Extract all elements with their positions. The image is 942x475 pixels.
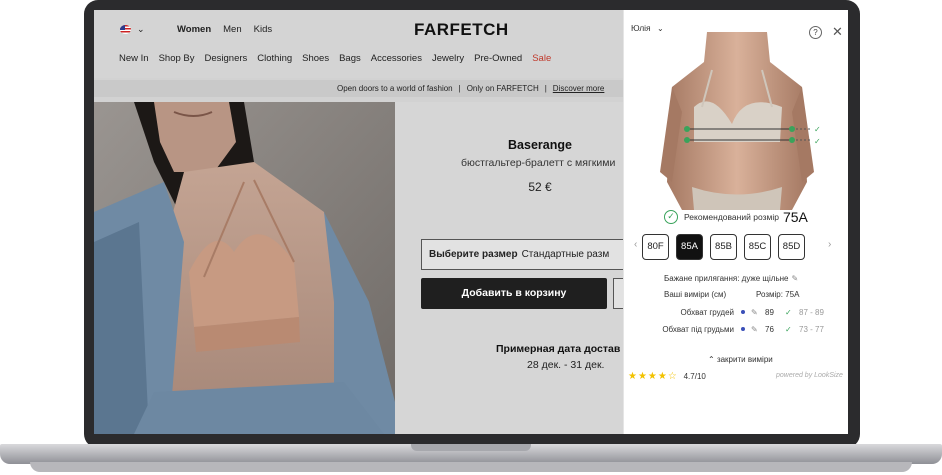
nav-bags[interactable]: Bags: [339, 53, 361, 64]
chevron-right-icon[interactable]: ›: [828, 239, 831, 250]
size-select-label: Выберите размер: [429, 249, 518, 260]
size-option-80f[interactable]: 80F: [642, 234, 669, 260]
recommended-size: 75A: [782, 209, 808, 225]
farfetch-logo[interactable]: FARFETCH: [414, 20, 509, 40]
fit-preference[interactable]: Бажане прилягання: дуже щільне ✎: [664, 274, 798, 283]
size-select[interactable]: Выберите размер Стандартные разм: [421, 239, 651, 270]
product-photo[interactable]: [94, 102, 395, 434]
promo-separator-2: |: [544, 84, 547, 93]
recommended-size-row: ✓ Рекомендований розмір 75A: [664, 209, 808, 225]
delivery-dates: 28 дек. - 31 дек.: [527, 359, 605, 371]
promo-text-2: Only on FARFETCH: [466, 84, 539, 93]
your-measurements-label: Ваші виміри (см): [664, 290, 727, 299]
nav-accessories[interactable]: Accessories: [371, 53, 422, 64]
nav-jewelry[interactable]: Jewelry: [432, 53, 464, 64]
measurement-label: Обхват під грудьми: [662, 325, 734, 334]
measurement-value: 89: [765, 308, 774, 317]
product-info: Baserange бюстгальтер-бралетт с мягкими …: [395, 102, 651, 434]
collapse-label: закрити виміри: [716, 355, 773, 364]
powered-by-label[interactable]: powered by LookSize: [776, 372, 843, 379]
star-rating-icon: ★★★★☆: [628, 371, 678, 382]
nav-shop-by[interactable]: Shop By: [159, 53, 195, 64]
status-dot: [741, 327, 745, 331]
measurement-value: 76: [765, 325, 774, 334]
size-select-value: Стандартные разм: [521, 249, 610, 260]
delivery-label: Примерная дата достав: [496, 343, 621, 355]
nav-men[interactable]: Men: [223, 24, 241, 35]
size-options: 80F 85A 85B 85C 85D: [642, 234, 805, 260]
nav-sale[interactable]: Sale: [532, 53, 551, 64]
chevron-left-icon[interactable]: ‹: [634, 239, 637, 250]
measurement-label: Обхват грудей: [680, 308, 734, 317]
discover-more-link[interactable]: Discover more: [553, 84, 605, 93]
size-option-85d[interactable]: 85D: [778, 234, 805, 260]
size-column-label: Розмір: 75A: [756, 290, 800, 299]
size-widget: Юлія ⌄ ? ✕ ✓ ✓ ✓ Рекомендований розмір 7…: [623, 10, 848, 434]
size-option-85a[interactable]: 85A: [676, 234, 703, 260]
us-flag-icon[interactable]: [120, 25, 131, 34]
screen: ⌄ Women Men Kids FARFETCH New In Shop By…: [94, 10, 848, 434]
profile-name: Юлія: [631, 23, 651, 33]
nav-shoes[interactable]: Shoes: [302, 53, 329, 64]
nav-kids[interactable]: Kids: [254, 24, 272, 35]
size-option-85c[interactable]: 85C: [744, 234, 771, 260]
measurement-range: 87 - 89: [799, 308, 824, 317]
nav-new-in[interactable]: New In: [119, 53, 149, 64]
chevron-down-icon[interactable]: ⌄: [137, 24, 145, 35]
close-icon[interactable]: ✕: [832, 24, 843, 40]
promo-separator: |: [458, 84, 461, 93]
measurement-range: 73 - 77: [799, 325, 824, 334]
laptop-notch: [411, 444, 531, 451]
body-model: ✓ ✓: [652, 32, 822, 210]
collapse-measurements-button[interactable]: ⌃ закрити виміри: [708, 355, 773, 364]
rating: ★★★★☆ 4.7/10: [628, 371, 706, 382]
nav-clothing[interactable]: Clothing: [257, 53, 292, 64]
rating-score: 4.7/10: [683, 372, 706, 381]
gender-nav: Women Men Kids: [177, 24, 272, 35]
nav-women[interactable]: Women: [177, 24, 211, 35]
nav-designers[interactable]: Designers: [205, 53, 248, 64]
pencil-icon[interactable]: ✎: [751, 325, 758, 334]
product-name: бюстгальтер-бралетт с мягкими: [461, 157, 616, 169]
promo-text: Open doors to a world of fashion: [337, 84, 453, 93]
recommended-label: Рекомендований розмір: [684, 212, 779, 222]
pencil-icon[interactable]: ✎: [751, 308, 758, 317]
check-icon: ✓: [785, 308, 792, 317]
svg-text:✓: ✓: [814, 125, 821, 134]
fit-preference-text: Бажане прилягання: дуже щільне: [664, 274, 789, 283]
laptop-base-shadow: [30, 462, 912, 472]
size-option-85b[interactable]: 85B: [710, 234, 737, 260]
add-to-cart-button[interactable]: Добавить в корзину: [421, 278, 607, 309]
category-nav: New In Shop By Designers Clothing Shoes …: [119, 53, 551, 64]
nav-pre-owned[interactable]: Pre-Owned: [474, 53, 522, 64]
check-icon: ✓: [785, 325, 792, 334]
check-circle-icon: ✓: [664, 210, 678, 224]
status-dot: [741, 310, 745, 314]
svg-text:✓: ✓: [814, 137, 821, 146]
pencil-icon[interactable]: ✎: [792, 274, 799, 283]
chevron-up-icon: ⌃: [708, 355, 715, 364]
